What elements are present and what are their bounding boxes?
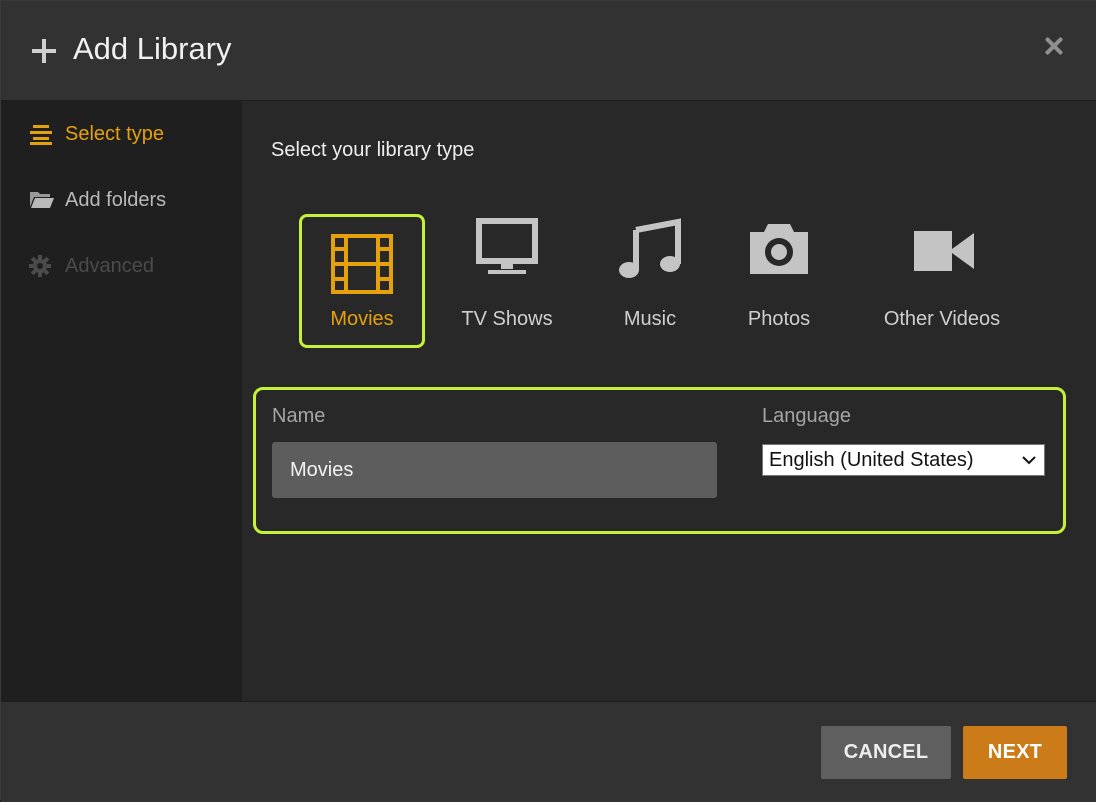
chevron-down-icon [1022,456,1036,465]
film-icon [331,234,393,294]
next-button[interactable]: NEXT [963,726,1067,779]
tv-icon [476,218,538,274]
sidebar-item-label: Select type [65,122,164,145]
name-label: Name [272,405,326,427]
folder-open-icon [29,189,55,211]
close-icon[interactable] [1041,34,1067,60]
dialog-header: Add Library [1,1,1096,101]
library-type-tv-shows[interactable]: TV Shows [452,214,562,348]
cancel-button[interactable]: CANCEL [821,726,951,779]
plus-icon [32,39,56,63]
library-type-movies[interactable]: Movies [299,214,425,348]
dialog-title: Add Library [73,31,232,66]
language-select[interactable]: English (United States) [762,444,1045,476]
sidebar: Select type Add folders Advanced [1,101,242,701]
sidebar-item-label: Advanced [65,254,154,277]
name-field[interactable] [272,442,717,498]
library-type-label: Photos [747,308,811,330]
sidebar-item-add-folders[interactable]: Add folders [29,185,166,215]
library-type-other-videos[interactable]: Other Videos [872,214,1012,348]
library-type-label: Music [623,308,677,330]
music-note-icon [619,218,681,278]
list-icon [29,123,55,145]
dialog-footer: CANCEL NEXT [1,701,1096,802]
gear-icon [29,255,55,277]
camera-icon [750,224,808,274]
library-details-form: Name Language English (United States) [253,387,1066,534]
add-library-dialog: Add Library Select type Add folders Adva… [0,0,1096,802]
library-type-label: Other Videos [883,308,1001,330]
language-value: English (United States) [769,448,974,471]
library-type-music[interactable]: Music [610,214,690,348]
main-content: Select your library type Movies TV Shows… [242,101,1096,701]
library-type-label: Movies [330,308,394,330]
language-label: Language [762,405,851,427]
library-type-photos[interactable]: Photos [739,214,819,348]
library-type-label: TV Shows [461,308,553,330]
video-camera-icon [914,231,974,271]
sidebar-item-advanced: Advanced [29,251,154,281]
sidebar-item-label: Add folders [65,188,167,211]
section-heading: Select your library type [271,139,475,161]
sidebar-item-select-type[interactable]: Select type [29,119,164,149]
